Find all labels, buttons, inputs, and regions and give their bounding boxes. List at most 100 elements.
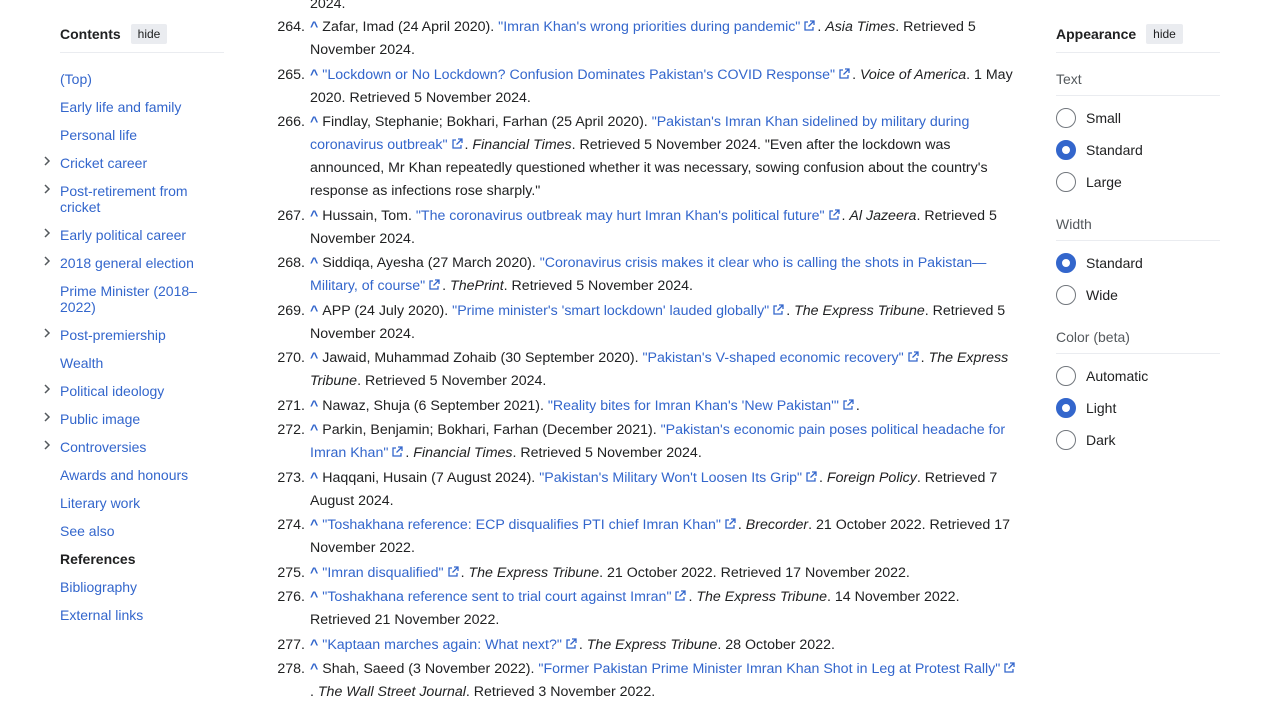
caret-up-icon[interactable]: ^ — [310, 67, 318, 83]
radio-option[interactable]: Standard — [1056, 247, 1220, 279]
reference-title-link[interactable]: "The coronavirus outbreak may hurt Imran… — [416, 208, 825, 224]
caret-up-icon[interactable]: ^ — [310, 589, 318, 605]
radio-option[interactable]: Wide — [1056, 279, 1220, 311]
reference-title-link[interactable]: "Pakistan's Military Won't Loosen Its Gr… — [539, 470, 802, 486]
toc-item-label[interactable]: Awards and honours — [60, 467, 188, 483]
chevron-right-icon[interactable] — [42, 184, 52, 194]
toc-item-label[interactable]: See also — [60, 523, 114, 539]
toc-item-label[interactable]: Controversies — [60, 439, 146, 455]
chevron-right-icon[interactable] — [42, 328, 52, 338]
toc-item[interactable]: (Top) — [60, 65, 224, 93]
radio-option[interactable]: Dark — [1056, 424, 1220, 456]
chevron-right-icon[interactable] — [42, 156, 52, 166]
caret-up-icon[interactable]: ^ — [310, 19, 318, 35]
toc-item-label[interactable]: Cricket career — [60, 155, 147, 171]
toc-item-label[interactable]: Public image — [60, 411, 140, 427]
radio-button[interactable] — [1056, 108, 1076, 128]
toc-item[interactable]: Post-retirement from cricket — [44, 177, 224, 221]
caret-up-icon[interactable]: ^ — [310, 565, 318, 581]
caret-up-icon[interactable]: ^ — [310, 398, 318, 414]
toc-item[interactable]: Early political career — [44, 221, 224, 249]
reference-title-link[interactable]: "Reality bites for Imran Khan's 'New Pak… — [548, 398, 839, 414]
reference-title-link[interactable]: "Prime minister's 'smart lockdown' laude… — [452, 303, 769, 319]
chevron-right-icon[interactable] — [42, 228, 52, 238]
radio-label[interactable]: Standard — [1086, 255, 1143, 271]
caret-up-icon[interactable]: ^ — [310, 255, 318, 271]
radio-button[interactable] — [1056, 366, 1076, 386]
caret-up-icon[interactable]: ^ — [310, 114, 318, 130]
toc-item[interactable]: Controversies — [44, 433, 224, 461]
radio-label[interactable]: Standard — [1086, 142, 1143, 158]
radio-label[interactable]: Large — [1086, 174, 1122, 190]
toc-item[interactable]: Political ideology — [44, 377, 224, 405]
toc-item-label[interactable]: Early political career — [60, 227, 186, 243]
chevron-right-icon[interactable] — [42, 440, 52, 450]
toc-item-label[interactable]: (Top) — [60, 71, 92, 87]
toc-item-label[interactable]: Political ideology — [60, 383, 164, 399]
toc-item[interactable]: 2018 general election — [44, 249, 224, 277]
chevron-right-icon[interactable] — [42, 256, 52, 266]
reference-title-link[interactable]: "Pakistan's V-shaped economic recovery" — [642, 350, 903, 366]
toc-item[interactable]: External links — [60, 601, 224, 629]
reference-title-link[interactable]: "Imran Khan's wrong priorities during pa… — [498, 19, 800, 35]
toc-item[interactable]: Post-premiership — [44, 321, 224, 349]
radio-button[interactable] — [1056, 172, 1076, 192]
toc-item-label[interactable]: 2018 general election — [60, 255, 194, 271]
radio-label[interactable]: Automatic — [1086, 368, 1148, 384]
toc-item-label[interactable]: Wealth — [60, 355, 103, 371]
radio-option[interactable]: Standard — [1056, 134, 1220, 166]
reference-number: 268. — [277, 255, 305, 271]
appearance-hide-button[interactable]: hide — [1146, 24, 1183, 44]
reference-title-link[interactable]: "Former Pakistan Prime Minister Imran Kh… — [538, 661, 1000, 677]
caret-up-icon[interactable]: ^ — [310, 470, 318, 486]
toc-item-label[interactable]: Post-premiership — [60, 327, 166, 343]
toc-item[interactable]: Literary work — [60, 489, 224, 517]
caret-up-icon[interactable]: ^ — [310, 208, 318, 224]
toc-item[interactable]: Early life and family — [60, 93, 224, 121]
radio-label[interactable]: Small — [1086, 110, 1121, 126]
radio-option[interactable]: Small — [1056, 102, 1220, 134]
toc-item[interactable]: Awards and honours — [60, 461, 224, 489]
toc-item-label[interactable]: Personal life — [60, 127, 137, 143]
toc-item[interactable]: Public image — [44, 405, 224, 433]
chevron-right-icon[interactable] — [42, 384, 52, 394]
caret-up-icon[interactable]: ^ — [310, 303, 318, 319]
radio-option[interactable]: Automatic — [1056, 360, 1220, 392]
caret-up-icon[interactable]: ^ — [310, 350, 318, 366]
toc-item-label[interactable]: Bibliography — [60, 579, 137, 595]
radio-button[interactable] — [1056, 430, 1076, 450]
caret-up-icon[interactable]: ^ — [310, 517, 318, 533]
toc-item-label[interactable]: References — [60, 551, 136, 567]
radio-label[interactable]: Dark — [1086, 432, 1116, 448]
toc-item[interactable]: Personal life — [60, 121, 224, 149]
reference-title-link[interactable]: "Lockdown or No Lockdown? Confusion Domi… — [322, 67, 835, 83]
chevron-right-icon[interactable] — [42, 412, 52, 422]
radio-option[interactable]: Large — [1056, 166, 1220, 198]
toc-item-label[interactable]: Prime Minister (2018–2022) — [60, 283, 197, 315]
toc-item-label[interactable]: Early life and family — [60, 99, 181, 115]
radio-button[interactable] — [1056, 253, 1076, 273]
toc-item[interactable]: See also — [60, 517, 224, 545]
toc-item[interactable]: Bibliography — [60, 573, 224, 601]
radio-label[interactable]: Light — [1086, 400, 1116, 416]
caret-up-icon[interactable]: ^ — [310, 422, 318, 438]
reference-title-link[interactable]: "Toshakhana reference sent to trial cour… — [322, 589, 671, 605]
toc-hide-button[interactable]: hide — [130, 24, 168, 44]
reference-title-link[interactable]: "Kaptaan marches again: What next?" — [322, 637, 562, 653]
radio-option[interactable]: Light — [1056, 392, 1220, 424]
toc-item[interactable]: Wealth — [60, 349, 224, 377]
toc-item[interactable]: References — [60, 545, 224, 573]
radio-button[interactable] — [1056, 285, 1076, 305]
toc-item[interactable]: Prime Minister (2018–2022) — [60, 277, 224, 321]
reference-title-link[interactable]: "Toshakhana reference: ECP disqualifies … — [322, 517, 721, 533]
toc-item-label[interactable]: Post-retirement from cricket — [60, 183, 188, 215]
toc-item-label[interactable]: External links — [60, 607, 143, 623]
reference-title-link[interactable]: "Imran disqualified" — [322, 565, 443, 581]
radio-button[interactable] — [1056, 398, 1076, 418]
radio-label[interactable]: Wide — [1086, 287, 1118, 303]
toc-item-label[interactable]: Literary work — [60, 495, 140, 511]
toc-item[interactable]: Cricket career — [44, 149, 224, 177]
caret-up-icon[interactable]: ^ — [310, 637, 318, 653]
radio-button[interactable] — [1056, 140, 1076, 160]
caret-up-icon[interactable]: ^ — [310, 661, 318, 677]
